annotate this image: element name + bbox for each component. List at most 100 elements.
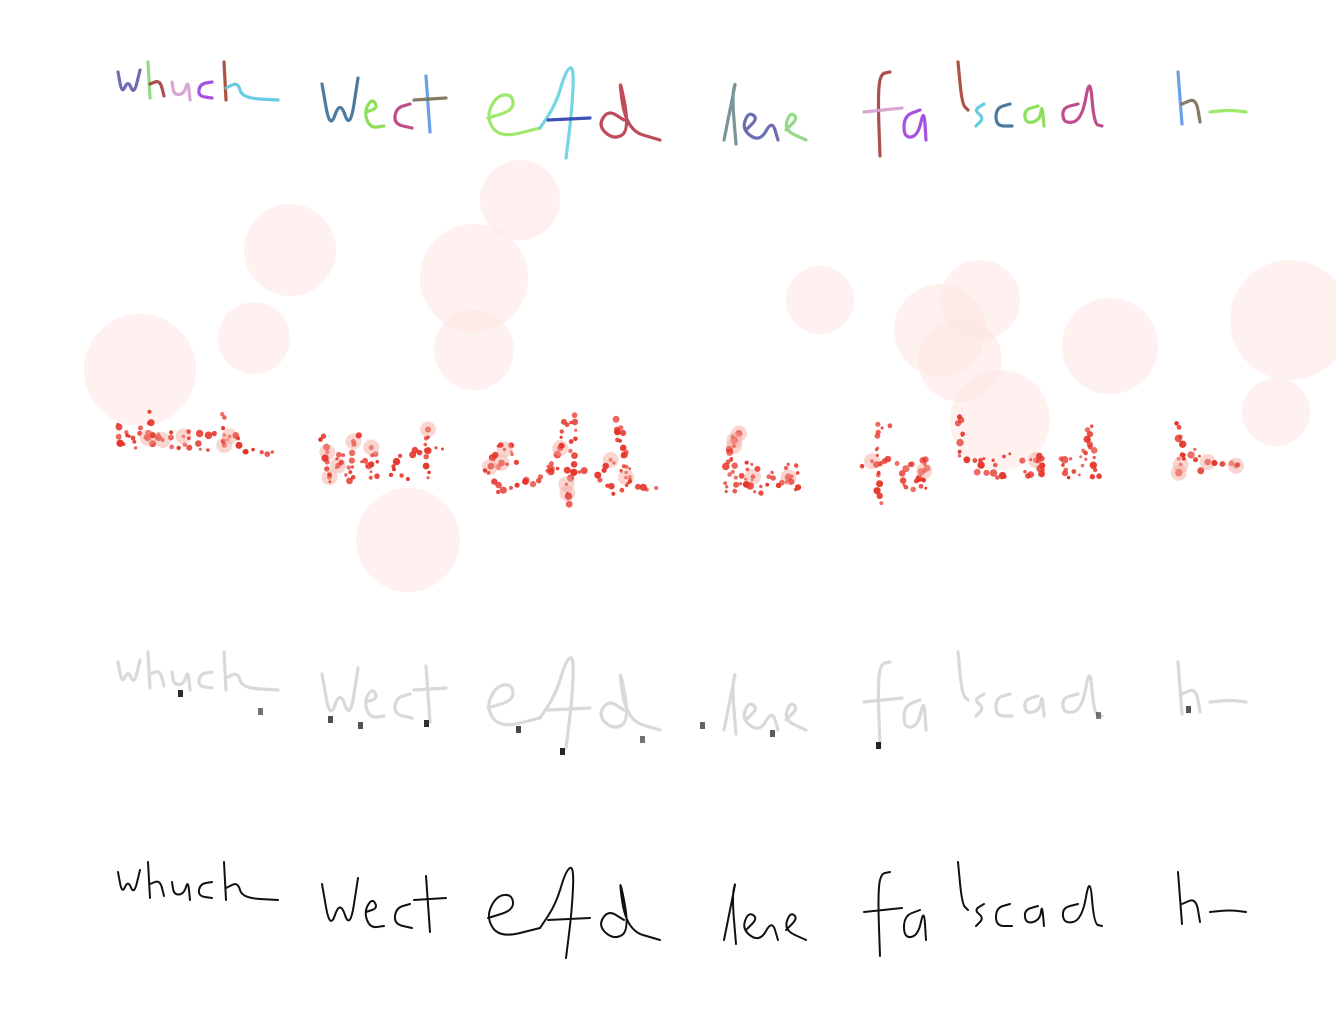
point-mark: [416, 449, 423, 456]
point-mark: [434, 446, 438, 450]
stroke-ink: [785, 913, 807, 941]
point-mark: [1193, 447, 1197, 452]
point-mark: [509, 485, 513, 490]
point-mark: [132, 439, 137, 444]
point-mark: [875, 421, 881, 427]
stroke-segment: [170, 80, 192, 102]
point-mark: [874, 433, 881, 439]
stroke-ink: [743, 913, 779, 941]
point-mark: [1176, 424, 1182, 430]
point-mark: [597, 477, 603, 483]
point-mark: [725, 485, 729, 489]
point-mark: [1023, 469, 1027, 474]
point-mark: [738, 482, 743, 486]
point-mark: [621, 464, 626, 469]
point-mark: [1187, 451, 1195, 459]
point-glow: [420, 421, 436, 438]
point-mark: [346, 465, 351, 470]
point-mark: [922, 456, 929, 463]
point-mark: [186, 444, 193, 451]
point-mark: [1219, 461, 1226, 467]
attention-tick: [640, 736, 645, 743]
point-mark: [732, 488, 738, 494]
point-mark: [195, 429, 204, 438]
point-mark: [338, 459, 344, 466]
row-plain-ink: [117, 861, 1247, 959]
stroke-segment: [546, 116, 592, 122]
point-mark: [733, 475, 738, 480]
point-mark: [924, 486, 928, 490]
attention-tick: [424, 720, 429, 727]
attention-tick: [258, 708, 263, 715]
stroke-ink: [995, 903, 1013, 927]
attention-halo: [1242, 378, 1310, 446]
stroke-segment: [1023, 104, 1046, 128]
point-mark: [1089, 461, 1098, 469]
point-mark: [422, 462, 430, 470]
point-mark: [344, 473, 348, 477]
point-mark: [513, 459, 520, 465]
stroke-gray: [599, 673, 662, 732]
point-mark: [733, 481, 740, 488]
point-mark: [327, 472, 332, 478]
stroke-ink: [957, 861, 969, 911]
stroke-gray: [170, 670, 192, 692]
point-mark: [482, 468, 488, 473]
stroke-ink: [364, 899, 385, 929]
point-mark: [754, 465, 761, 472]
stroke-segment: [424, 74, 432, 134]
point-mark: [608, 482, 615, 490]
point-mark: [571, 412, 578, 419]
stroke-ink: [877, 871, 891, 957]
point-mark: [628, 467, 632, 471]
point-mark: [1211, 460, 1218, 466]
point-mark: [397, 453, 403, 458]
point-mark: [560, 418, 567, 425]
stroke-segment: [146, 60, 152, 100]
point-mark: [368, 461, 375, 468]
point-mark: [921, 477, 926, 483]
point-mark: [957, 449, 962, 454]
stroke-ink: [1209, 909, 1247, 913]
stroke-ink: [197, 881, 213, 899]
stroke-gray: [412, 686, 448, 692]
point-mark: [426, 476, 430, 480]
stroke-ink: [225, 883, 279, 901]
point-mark: [423, 442, 428, 447]
attention-tick: [516, 726, 521, 733]
point-mark: [1078, 473, 1081, 477]
point-mark: [368, 475, 373, 480]
stroke-gray: [1208, 698, 1248, 704]
point-mark: [1092, 455, 1096, 460]
point-mark: [499, 486, 507, 494]
point-mark: [186, 429, 191, 434]
stroke-segment: [1208, 108, 1248, 114]
point-mark: [612, 415, 620, 423]
attention-halo-layer: [84, 160, 1336, 592]
point-mark: [574, 428, 578, 432]
point-mark: [619, 446, 626, 452]
stroke-ink: [1061, 885, 1103, 927]
point-mark: [486, 471, 490, 475]
stroke-segment: [197, 80, 214, 100]
stroke-segment: [538, 66, 575, 160]
point-mark: [1008, 452, 1012, 456]
point-mark: [529, 480, 537, 488]
stroke-ink: [863, 907, 903, 913]
stroke-gray: [146, 650, 152, 690]
stroke-gray: [148, 670, 166, 688]
point-mark: [1084, 457, 1088, 461]
point-mark: [1090, 447, 1098, 454]
stroke-ink: [487, 893, 541, 936]
point-mark: [614, 428, 621, 436]
stroke-ink: [147, 861, 151, 899]
stroke-ink: [393, 903, 413, 929]
stroke-segment: [876, 70, 892, 158]
point-mark: [1086, 431, 1094, 438]
point-mark: [571, 418, 579, 426]
attention-tick: [178, 690, 183, 697]
point-mark: [176, 445, 181, 451]
point-mark: [558, 442, 565, 449]
attention-halo: [1230, 260, 1336, 380]
point-mark: [168, 434, 174, 441]
